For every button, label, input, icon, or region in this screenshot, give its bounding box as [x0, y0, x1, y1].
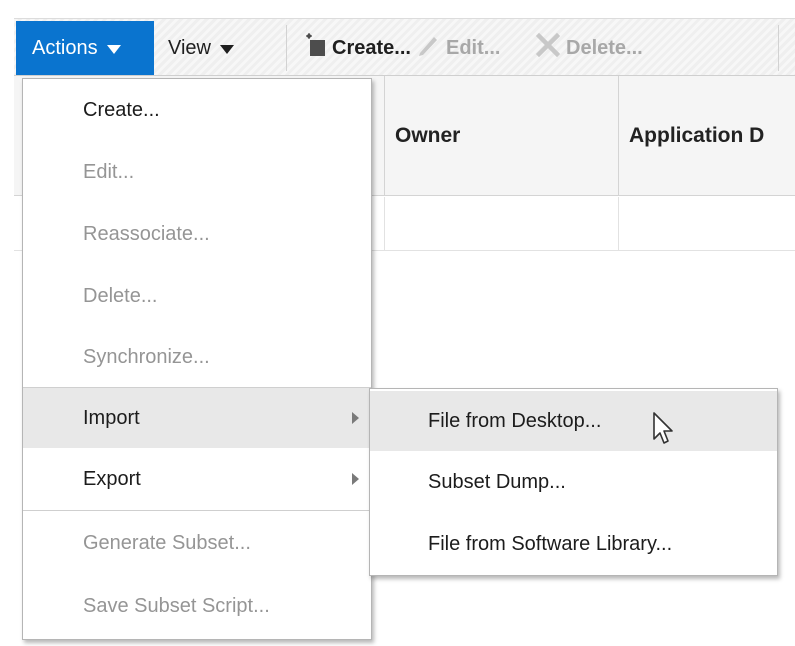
delete-button[interactable]: Delete...	[535, 21, 643, 75]
menu-item-label: Generate Subset...	[83, 531, 251, 554]
actions-dropdown-menu: Create... Edit... Reassociate... Delete.…	[22, 78, 372, 640]
chevron-right-icon	[352, 473, 359, 485]
create-label: Create...	[332, 36, 411, 59]
menu-item-save-subset-script: Save Subset Script...	[23, 575, 371, 637]
menu-item-import[interactable]: Import	[23, 388, 371, 448]
toolbar-divider	[778, 25, 779, 71]
menu-item-label: Create...	[83, 98, 160, 121]
column-header-owner[interactable]: Owner	[384, 76, 618, 196]
toolbar: Actions View Create... Edit... Delete...	[14, 18, 795, 76]
menu-item-create[interactable]: Create...	[23, 79, 371, 141]
view-menu-button[interactable]: View	[166, 21, 234, 75]
submenu-item-file-from-desktop[interactable]: File from Desktop...	[370, 391, 777, 451]
menu-item-label: Reassociate...	[83, 222, 210, 245]
menu-item-delete: Delete...	[23, 265, 371, 327]
menu-item-generate-subset: Generate Subset...	[23, 511, 371, 575]
caret-down-icon	[220, 45, 234, 54]
view-label: View	[168, 36, 211, 59]
menu-item-reassociate: Reassociate...	[23, 203, 371, 265]
menu-item-label: Subset Dump...	[428, 470, 566, 493]
delete-label: Delete...	[566, 36, 643, 59]
column-divider	[618, 197, 619, 251]
x-delete-icon	[535, 32, 561, 63]
menu-item-label: Delete...	[83, 284, 158, 307]
edit-button[interactable]: Edit...	[416, 21, 500, 75]
column-header-application[interactable]: Application D	[618, 76, 795, 196]
menu-item-label: File from Desktop...	[428, 409, 602, 432]
menu-item-export[interactable]: Export	[23, 448, 371, 510]
menu-item-edit: Edit...	[23, 141, 371, 203]
chevron-right-icon	[352, 412, 359, 424]
pencil-icon	[416, 33, 440, 63]
menu-item-label: Import	[83, 406, 140, 429]
submenu-item-file-from-software-library[interactable]: File from Software Library...	[370, 513, 777, 575]
menu-item-label: Edit...	[83, 160, 135, 183]
menu-item-synchronize: Synchronize...	[23, 327, 371, 387]
toolbar-divider	[286, 25, 287, 71]
menu-item-label: Synchronize...	[83, 345, 210, 368]
create-button[interactable]: Create...	[306, 21, 411, 75]
submenu-item-subset-dump[interactable]: Subset Dump...	[370, 451, 777, 513]
actions-label: Actions	[32, 36, 98, 59]
import-submenu: File from Desktop... Subset Dump... File…	[369, 388, 778, 576]
menu-item-label: Save Subset Script...	[83, 594, 270, 617]
mouse-pointer-icon	[650, 409, 684, 449]
edit-label: Edit...	[446, 36, 501, 59]
menu-item-label: File from Software Library...	[428, 532, 673, 555]
menu-item-label: Export	[83, 467, 141, 490]
column-divider	[384, 197, 385, 251]
caret-down-icon	[106, 45, 121, 54]
new-item-icon	[306, 33, 326, 63]
actions-menu-button[interactable]: Actions	[16, 21, 154, 75]
